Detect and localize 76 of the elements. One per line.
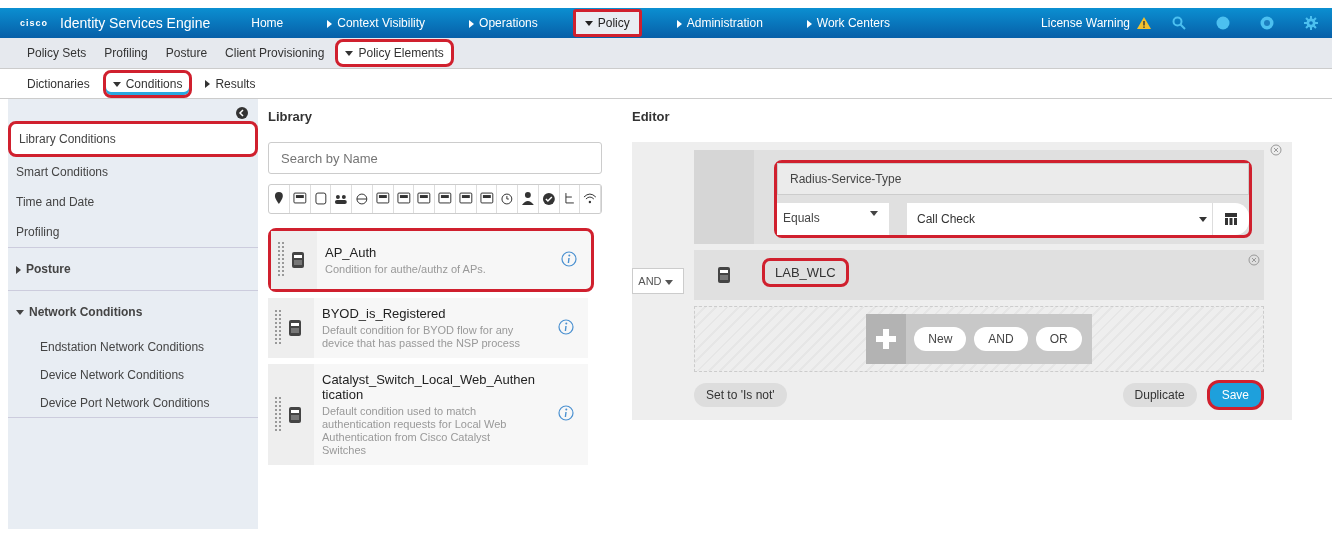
sidebar-item[interactable]: Library Conditions xyxy=(8,121,258,157)
comparison-dropdown[interactable]: Equals xyxy=(777,203,889,235)
sidebar-group-toggle[interactable]: Network Conditions xyxy=(16,305,143,319)
settings-icon[interactable] xyxy=(1304,16,1318,30)
collapse-icon[interactable] xyxy=(236,107,248,119)
info-icon[interactable] xyxy=(558,405,574,421)
condition-description: Default condition for BYOD flow for any device that has passed the NSP process xyxy=(322,324,521,350)
search-icon[interactable] xyxy=(1172,16,1186,30)
condition-card[interactable]: BYOD_is_Registered Default condition for BYOD flow for any device that has passed the NSP process xyxy=(268,298,588,358)
nav-menu-item[interactable]: Home xyxy=(242,12,293,34)
condition-description: Default condition used to match authentication requests for Local Web Authentication from Cisco Catalyst Switches xyxy=(322,405,508,457)
sidebar-item[interactable]: Profiling xyxy=(8,217,258,247)
drag-handle-icon[interactable] xyxy=(274,310,282,346)
caret-icon xyxy=(469,19,475,28)
sub-nav-item[interactable]: Client Provisioning xyxy=(218,42,332,64)
warning-icon xyxy=(1136,16,1152,30)
device-icon xyxy=(717,266,731,284)
condition-name: Catalyst_Switch_Local_Web_Authentication xyxy=(322,372,536,402)
device-icon xyxy=(288,405,302,424)
library-heading: Library xyxy=(268,109,314,124)
sub-nav-item[interactable]: Policy Elements xyxy=(335,39,454,67)
set-is-not-button[interactable]: Set to 'Is not' xyxy=(694,383,787,407)
condition-description: Condition for authe/authz of APs. xyxy=(325,262,487,276)
nav-menu-item[interactable]: Policy xyxy=(572,9,642,37)
add-button[interactable]: New xyxy=(914,327,967,351)
editor-heading: Editor xyxy=(632,109,671,124)
tab[interactable]: Conditions xyxy=(102,69,193,98)
sidebar-item[interactable]: Time and Date xyxy=(8,187,258,217)
condition-card[interactable]: AP_Auth Condition for authe/authz of APs. xyxy=(268,228,594,292)
caret-icon xyxy=(16,265,21,274)
add-button[interactable]: OR xyxy=(1035,327,1082,351)
nav-menu-item[interactable]: Work Centers xyxy=(797,12,899,34)
tab[interactable]: Results xyxy=(198,72,263,95)
sidebar-item[interactable]: Device Port Network Conditions xyxy=(40,396,210,410)
nav-menu-item[interactable]: Context Visibility xyxy=(318,12,435,34)
value-dropdown[interactable]: Call Check xyxy=(907,203,1249,235)
caret-icon xyxy=(112,81,121,87)
caret-icon xyxy=(345,51,354,57)
sidebar-group-toggle[interactable]: Posture xyxy=(16,262,71,276)
drag-handle-icon[interactable] xyxy=(274,396,282,433)
sidebar-item[interactable]: Endstation Network Conditions xyxy=(40,340,205,354)
condition-name: LAB_WLC xyxy=(762,258,849,287)
caret-icon xyxy=(806,19,812,28)
sub-nav-item[interactable]: Profiling xyxy=(97,42,155,64)
caret-icon xyxy=(676,19,682,28)
product-title: Identity Services Engine xyxy=(60,15,211,31)
info-icon[interactable] xyxy=(561,250,577,267)
condition-card[interactable]: Catalyst_Switch_Local_Web_Authentication Default condition used to match authentication requests for Local Web Authentication from Cisco Catalyst Switches xyxy=(268,364,588,465)
sub-nav-item[interactable]: Posture xyxy=(158,42,215,64)
operator-dropdown[interactable]: AND xyxy=(632,268,684,294)
grid-icon[interactable] xyxy=(1225,213,1237,225)
device-icon xyxy=(291,251,305,269)
caret-icon xyxy=(664,279,673,285)
nav-menu-item[interactable]: Administration xyxy=(667,12,772,34)
nav-menu-item[interactable]: Operations xyxy=(460,12,547,34)
sidebar-item[interactable]: Device Network Conditions xyxy=(40,368,185,382)
license-warning-link[interactable]: License Warning xyxy=(1041,16,1130,30)
caret-icon xyxy=(16,310,24,316)
caret-icon xyxy=(870,211,878,216)
duplicate-button[interactable]: Duplicate xyxy=(1122,383,1197,407)
caret-icon xyxy=(205,80,211,89)
search-field[interactable]: Search by Name xyxy=(268,142,602,174)
info-icon[interactable] xyxy=(558,318,574,335)
condition-name: BYOD_is_Registered xyxy=(322,306,447,321)
caret-icon xyxy=(584,21,593,27)
caret-icon xyxy=(327,19,333,28)
tab[interactable]: Dictionaries xyxy=(20,72,97,95)
drag-handle-icon[interactable] xyxy=(277,242,285,278)
sidebar-item[interactable]: Smart Conditions xyxy=(8,157,258,187)
add-button[interactable]: AND xyxy=(974,327,1028,351)
logo: cisco xyxy=(20,18,48,28)
condition-name: AP_Auth xyxy=(325,244,378,260)
attribute-field[interactable]: Radius-Service-Type xyxy=(777,163,1249,195)
caret-icon xyxy=(1199,216,1207,222)
sub-nav-item[interactable]: Policy Sets xyxy=(20,42,94,64)
device-icon xyxy=(288,319,302,337)
